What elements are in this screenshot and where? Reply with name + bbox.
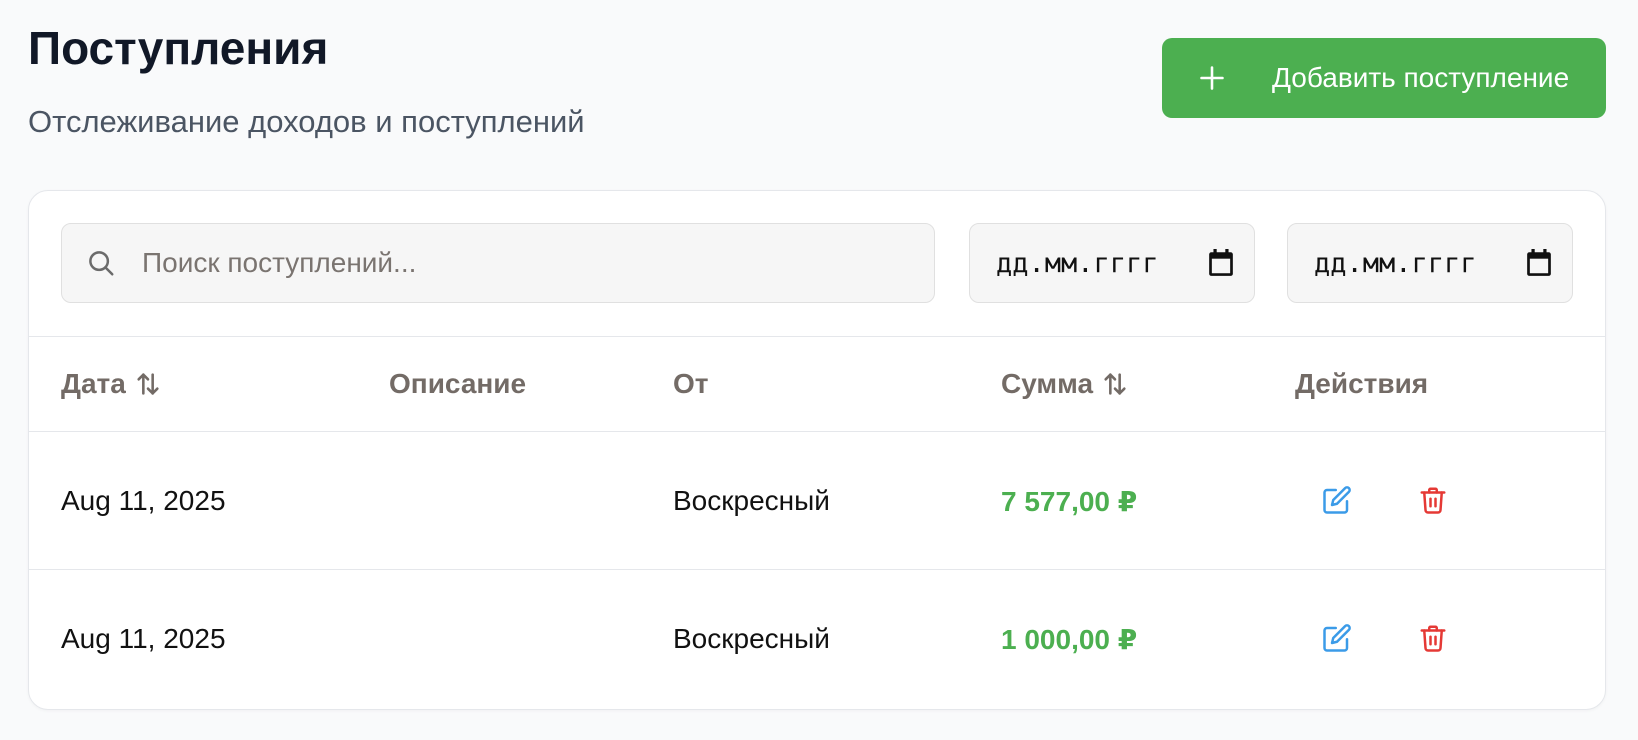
column-header-label: Дата xyxy=(61,368,126,399)
edit-icon xyxy=(1323,624,1351,652)
column-header-description: Описание xyxy=(389,336,526,432)
cell-from: Воскресный xyxy=(673,485,830,516)
search-icon xyxy=(89,251,114,276)
filters-bar: дд.мм.гггг дд.мм.гггг xyxy=(29,191,1605,337)
date-from-input[interactable]: дд.мм.гггг xyxy=(969,223,1255,303)
table-row: Aug 11, 2025 Воскресный 1 000,00 ₽ xyxy=(29,570,1605,708)
column-header-date[interactable]: Дата xyxy=(61,336,162,432)
add-income-button-label: Добавить поступление xyxy=(1272,62,1570,93)
edit-button[interactable] xyxy=(1319,482,1355,518)
table-row: Aug 11, 2025 Воскресный 7 577,00 ₽ xyxy=(29,432,1605,570)
column-header-from: От xyxy=(673,336,709,432)
page-subtitle: Отслеживание доходов и поступлений xyxy=(28,104,585,139)
edit-button[interactable] xyxy=(1319,620,1355,656)
column-header-label: Действия xyxy=(1295,368,1429,399)
date-to-placeholder: дд.мм.гггг xyxy=(1314,247,1477,279)
column-header-actions: Действия xyxy=(1295,336,1428,432)
column-header-label: От xyxy=(673,368,709,399)
cell-date: Aug 11, 2025 xyxy=(61,485,226,516)
edit-icon xyxy=(1323,486,1351,514)
page-header: Поступления Отслеживание доходов и посту… xyxy=(28,18,585,140)
plus-icon xyxy=(1200,66,1224,90)
cell-amount: 7 577,00 ₽ xyxy=(1001,485,1138,517)
sort-icon xyxy=(137,373,159,395)
calendar-icon[interactable] xyxy=(1208,249,1234,277)
page-title: Поступления xyxy=(28,22,329,74)
table-header: Дата Описание От Сумма Действия xyxy=(29,336,1605,432)
cell-amount: 1 000,00 ₽ xyxy=(1001,623,1138,655)
add-income-button[interactable]: Добавить поступление xyxy=(1162,38,1606,118)
cell-from: Воскресный xyxy=(673,623,830,654)
date-to-input[interactable]: дд.мм.гггг xyxy=(1287,223,1573,303)
column-header-label: Сумма xyxy=(1001,368,1094,399)
column-header-label: Описание xyxy=(389,368,527,399)
calendar-icon[interactable] xyxy=(1526,249,1552,277)
trash-icon xyxy=(1420,487,1446,514)
sort-icon xyxy=(1104,373,1126,395)
column-header-amount[interactable]: Сумма xyxy=(1001,336,1129,432)
search-field[interactable] xyxy=(61,223,935,303)
search-input[interactable] xyxy=(140,246,904,280)
delete-button[interactable] xyxy=(1415,620,1451,656)
date-from-placeholder: дд.мм.гггг xyxy=(996,247,1159,279)
income-card: дд.мм.гггг дд.мм.гггг Дата xyxy=(28,190,1606,710)
cell-date: Aug 11, 2025 xyxy=(61,623,226,654)
delete-button[interactable] xyxy=(1415,482,1451,518)
trash-icon xyxy=(1420,625,1446,652)
income-table: Дата Описание От Сумма Действия Aug 11, … xyxy=(29,336,1605,708)
